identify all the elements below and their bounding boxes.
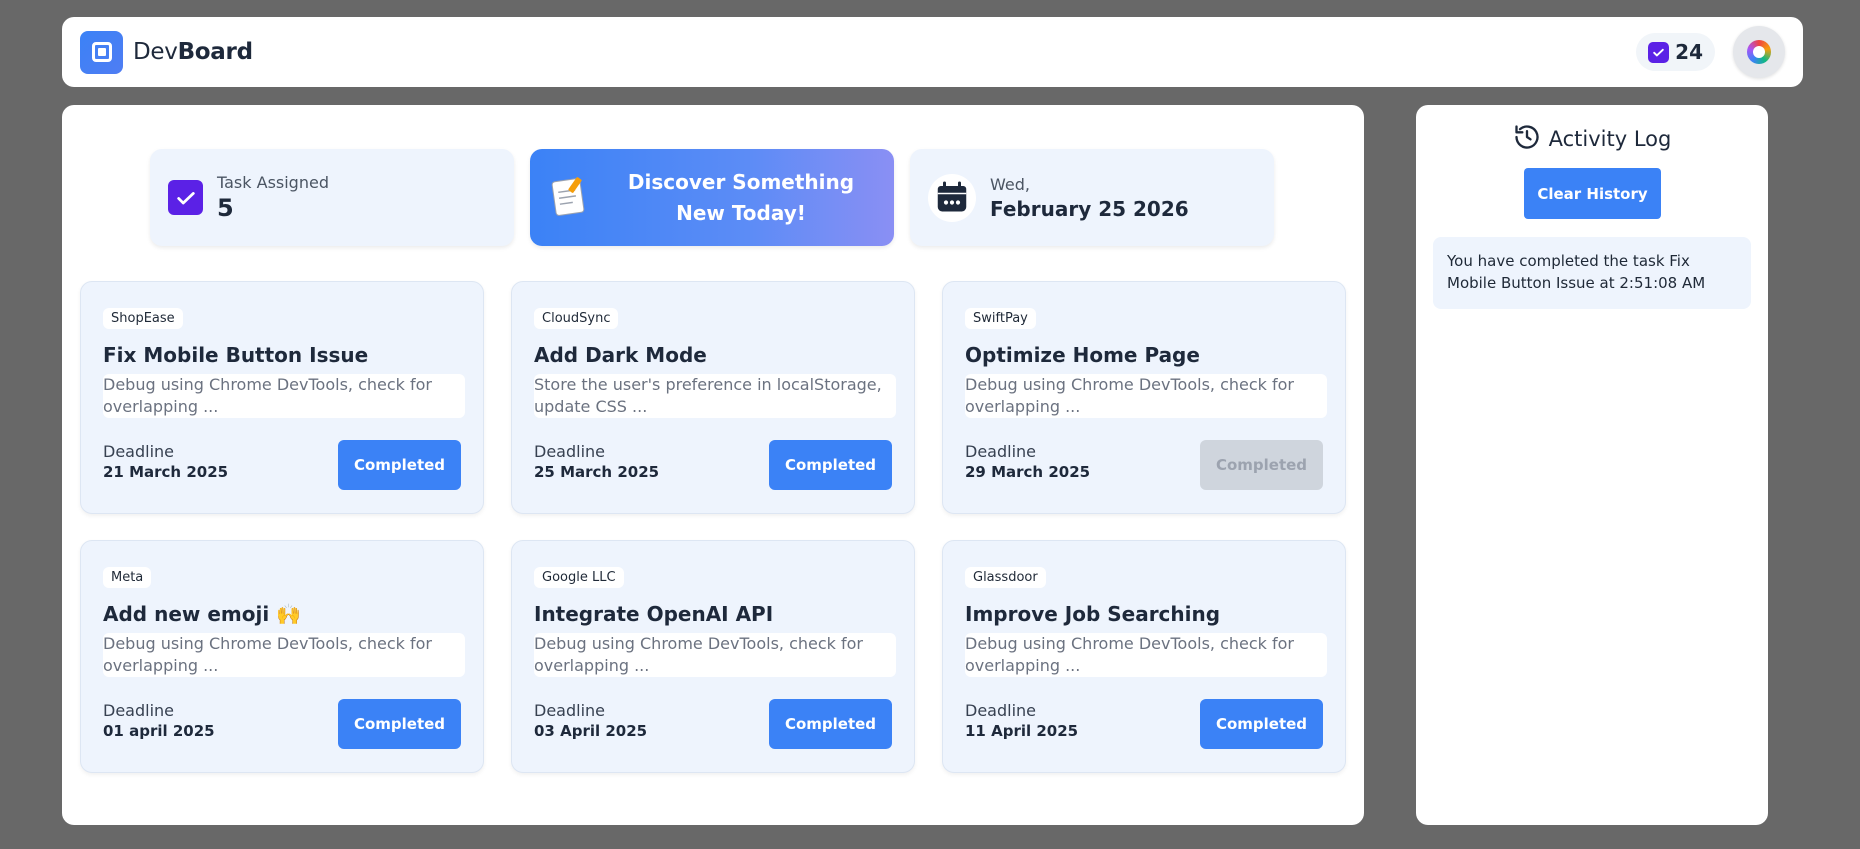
- activity-log-title: Activity Log: [1548, 127, 1672, 151]
- deadline-label: Deadline: [534, 701, 605, 720]
- history-icon: [1513, 123, 1541, 155]
- date-day: Wed,: [990, 174, 1030, 194]
- company-tag: Glassdoor: [965, 567, 1046, 588]
- task-assigned-value: 5: [217, 194, 234, 222]
- task-card: SwiftPay Optimize Home Page Debug using …: [942, 281, 1346, 514]
- deadline: Deadline 03 April 2025: [534, 701, 647, 740]
- company-tag: SwiftPay: [965, 308, 1036, 329]
- completed-count: 24: [1675, 40, 1703, 64]
- company-tag: Meta: [103, 567, 152, 588]
- deadline-date: 11 April 2025: [965, 722, 1079, 740]
- task-card: Glassdoor Improve Job Searching Debug us…: [942, 540, 1346, 773]
- completed-button[interactable]: Completed: [338, 440, 461, 490]
- completed-button[interactable]: Completed: [769, 699, 892, 749]
- logo-icon: [80, 30, 123, 74]
- deadline: Deadline 01 april 2025: [103, 701, 215, 740]
- deadline-date: 03 April 2025: [534, 722, 648, 740]
- date-full: February 25 2026: [990, 196, 1189, 221]
- task-grid: ShopEase Fix Mobile Button Issue Debug u…: [80, 281, 1346, 773]
- deadline: Deadline 11 April 2025: [965, 701, 1078, 740]
- activity-entry: You have completed the task Fix Mobile B…: [1433, 237, 1751, 309]
- discover-banner[interactable]: Discover Something New Today!: [530, 149, 894, 246]
- avatar-button[interactable]: [1733, 26, 1785, 78]
- activity-log-panel: Activity Log Clear History You have comp…: [1416, 105, 1768, 825]
- calendar-icon: [928, 173, 976, 222]
- brand[interactable]: DevBoard: [80, 30, 253, 74]
- deadline: Deadline 21 March 2025: [103, 442, 228, 481]
- task-card: CloudSync Add Dark Mode Store the user's…: [511, 281, 915, 514]
- brand-prefix: Dev: [133, 39, 178, 65]
- task-title: Improve Job Searching: [965, 602, 1221, 626]
- task-description: Debug using Chrome DevTools, check for o…: [103, 374, 465, 418]
- completed-button[interactable]: Completed: [769, 440, 892, 490]
- completed-button[interactable]: Completed: [1200, 699, 1323, 749]
- completed-count-badge: 24: [1636, 33, 1715, 71]
- deadline-label: Deadline: [965, 442, 1036, 461]
- company-tag: CloudSync: [534, 308, 619, 329]
- promo-text: Discover Something New Today!: [627, 169, 855, 225]
- completed-button[interactable]: Completed: [338, 699, 461, 749]
- deadline-label: Deadline: [103, 701, 174, 720]
- top-navbar: DevBoard 24: [62, 17, 1803, 87]
- check-icon: [1648, 41, 1670, 63]
- company-tag: ShopEase: [103, 308, 183, 329]
- task-title: Integrate OpenAI API: [534, 602, 774, 626]
- completed-button-disabled: Completed: [1200, 440, 1323, 490]
- check-icon: [168, 180, 203, 215]
- deadline: Deadline 25 March 2025: [534, 442, 659, 481]
- clear-history-button[interactable]: Clear History: [1524, 168, 1661, 219]
- task-card: Meta Add new emoji 🙌 Debug using Chrome …: [80, 540, 484, 773]
- deadline-label: Deadline: [534, 442, 605, 461]
- date-card: Wed, February 25 2026: [910, 149, 1274, 246]
- deadline-date: 25 March 2025: [534, 463, 660, 481]
- task-title: Optimize Home Page: [965, 343, 1200, 367]
- deadline-date: 21 March 2025: [103, 463, 229, 481]
- deadline-date: 29 March 2025: [965, 463, 1091, 481]
- task-assigned-card: Task Assigned 5: [150, 149, 514, 246]
- notepad-icon: [550, 175, 588, 221]
- task-card: ShopEase Fix Mobile Button Issue Debug u…: [80, 281, 484, 514]
- task-title: Add Dark Mode: [534, 343, 707, 367]
- main-panel: Task Assigned 5 Discover Something New T…: [62, 105, 1364, 825]
- task-title: Fix Mobile Button Issue: [103, 343, 369, 367]
- nav-right: 24: [1636, 26, 1785, 78]
- deadline-date: 01 april 2025: [103, 722, 215, 740]
- brand-name: DevBoard: [133, 39, 253, 65]
- brand-suffix: Board: [177, 39, 253, 65]
- company-tag: Google LLC: [534, 567, 624, 588]
- task-card: Google LLC Integrate OpenAI API Debug us…: [511, 540, 915, 773]
- color-wheel-icon: [1747, 40, 1771, 64]
- task-description: Store the user's preference in localStor…: [534, 374, 896, 418]
- activity-log-header: Activity Log: [1416, 123, 1768, 155]
- task-description: Debug using Chrome DevTools, check for o…: [534, 633, 896, 677]
- task-title: Add new emoji 🙌: [103, 602, 302, 626]
- task-assigned-label: Task Assigned: [217, 173, 329, 192]
- deadline-label: Deadline: [103, 442, 174, 461]
- deadline: Deadline 29 March 2025: [965, 442, 1090, 481]
- task-description: Debug using Chrome DevTools, check for o…: [965, 633, 1327, 677]
- task-description: Debug using Chrome DevTools, check for o…: [103, 633, 465, 677]
- deadline-label: Deadline: [965, 701, 1036, 720]
- stats-row: Task Assigned 5 Discover Something New T…: [150, 149, 1274, 246]
- task-description: Debug using Chrome DevTools, check for o…: [965, 374, 1327, 418]
